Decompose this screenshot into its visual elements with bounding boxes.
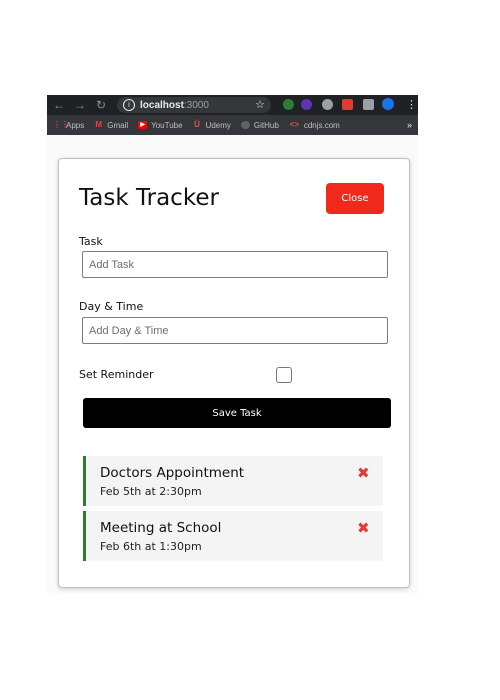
browser-nav: ← → ↻ (53, 98, 107, 112)
profile-avatar[interactable] (382, 98, 394, 110)
github-icon (240, 121, 250, 129)
bookmark-label: Udemy (205, 120, 231, 130)
apps-grid-icon: ⋮⋮ (53, 120, 69, 129)
browser-menu-icon[interactable]: ⋮ (406, 98, 417, 111)
bookmark-gmail[interactable]: M Gmail (94, 121, 128, 130)
code-icon: <> (289, 120, 299, 129)
task-input[interactable] (82, 251, 388, 278)
task-tracker-container: Task Tracker Close Task Day & Time Set R… (58, 158, 410, 588)
task-item[interactable]: Meeting at School Feb 6th at 1:30pm ✖ (83, 511, 383, 561)
task-day: Feb 5th at 2:30pm (100, 485, 202, 498)
bookmark-label: cdnjs.com (303, 120, 340, 130)
extension-icon[interactable] (301, 99, 312, 110)
task-title: Meeting at School (100, 520, 222, 536)
url-port: :3000 (183, 99, 209, 111)
bookmark-label: Apps (66, 120, 85, 130)
task-day: Feb 6th at 1:30pm (100, 540, 202, 553)
browser-window: ← → ↻ i localhost :3000 ☆ ⋮ ⋮⋮ Apps M Gm… (47, 95, 418, 594)
bookmark-apps[interactable]: ⋮⋮ Apps (53, 121, 84, 130)
bookmark-label: YouTube (151, 120, 183, 130)
bookmark-label: Gmail (107, 120, 129, 130)
bookmark-youtube[interactable]: ▶ YouTube (138, 120, 183, 130)
browser-toolbar: ← → ↻ i localhost :3000 ☆ ⋮ (47, 95, 418, 115)
task-title: Doctors Appointment (100, 465, 245, 481)
reload-icon[interactable]: ↻ (95, 98, 107, 112)
reminder-checkbox[interactable] (276, 367, 292, 383)
gmail-icon: M (95, 120, 103, 129)
address-bar[interactable]: i localhost :3000 (117, 97, 271, 113)
page-title: Task Tracker (79, 185, 219, 211)
bookmarks-overflow-icon[interactable]: » (407, 120, 412, 130)
extension-icon[interactable] (322, 99, 333, 110)
puzzle-icon[interactable] (363, 99, 374, 110)
save-task-button[interactable]: Save Task (83, 398, 391, 428)
task-item[interactable]: Doctors Appointment Feb 5th at 2:30pm ✖ (83, 456, 383, 506)
extension-icon[interactable] (342, 99, 353, 110)
page-viewport: Task Tracker Close Task Day & Time Set R… (47, 135, 418, 594)
bookmark-cdnjs[interactable]: <> cdnjs.com (289, 121, 340, 130)
close-button[interactable]: Close (326, 183, 384, 214)
task-label: Task (79, 235, 103, 248)
bookmarks-bar: ⋮⋮ Apps M Gmail ▶ YouTube Ü Udemy GitHub… (47, 115, 418, 135)
delete-icon[interactable]: ✖ (357, 464, 370, 482)
bookmark-github[interactable]: GitHub (240, 120, 279, 130)
bookmark-label: GitHub (253, 120, 279, 130)
delete-icon[interactable]: ✖ (357, 519, 370, 537)
day-time-input[interactable] (82, 317, 388, 344)
forward-icon[interactable]: → (74, 98, 86, 112)
bookmark-star-icon[interactable]: ☆ (255, 98, 265, 111)
url-host: localhost (140, 99, 184, 111)
udemy-icon: Ü (194, 120, 200, 129)
info-icon[interactable]: i (123, 99, 135, 111)
youtube-icon: ▶ (138, 121, 148, 129)
reminder-label: Set Reminder (79, 368, 154, 381)
bookmark-udemy[interactable]: Ü Udemy (193, 121, 231, 130)
extension-icon[interactable] (283, 99, 294, 110)
back-icon[interactable]: ← (53, 98, 65, 112)
day-time-label: Day & Time (79, 300, 144, 313)
